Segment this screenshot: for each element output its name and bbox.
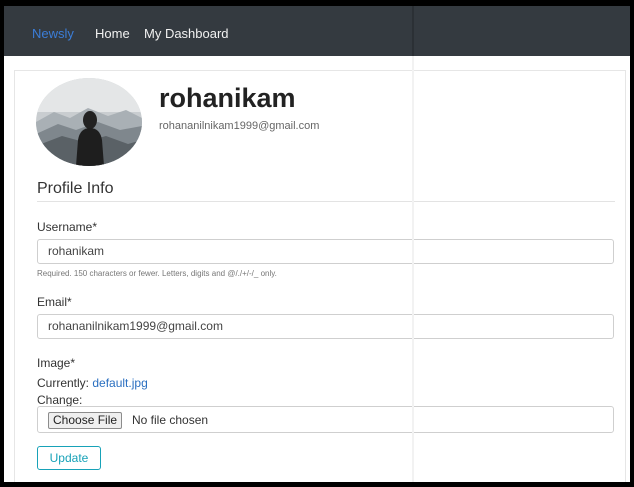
username-label: Username* — [37, 220, 98, 234]
browser-viewport: Newsly Home My Dashboard rohanikam rohan… — [4, 6, 630, 482]
currently-label: Currently: — [37, 376, 90, 390]
email-input[interactable]: rohananilnikam1999@gmail.com — [37, 314, 614, 339]
username-input[interactable]: rohanikam — [37, 239, 614, 264]
nav-link-home[interactable]: Home — [95, 26, 130, 41]
current-image-link[interactable]: default.jpg — [92, 376, 147, 390]
profile-email-text: rohananilnikam1999@gmail.com — [159, 120, 320, 132]
section-title: Profile Info — [37, 180, 114, 197]
screenshot-seam-navbar — [412, 6, 414, 56]
section-divider — [37, 201, 615, 202]
profile-avatar — [36, 78, 142, 166]
change-label: Change: — [37, 393, 83, 407]
username-help-text: Required. 150 characters or fewer. Lette… — [37, 269, 277, 278]
nav-link-my-dashboard[interactable]: My Dashboard — [144, 26, 229, 41]
profile-username-heading: rohanikam — [159, 83, 296, 113]
screenshot-seam — [412, 6, 414, 482]
current-image-row: Currently: default.jpg — [37, 376, 148, 390]
brand-logo[interactable]: Newsly — [32, 26, 74, 41]
update-button[interactable]: Update — [37, 446, 101, 470]
navbar: Newsly Home My Dashboard — [4, 6, 630, 56]
choose-file-button[interactable]: Choose File — [48, 412, 123, 429]
avatar-image — [36, 78, 142, 166]
no-file-chosen-text: No file chosen — [132, 413, 209, 427]
image-label: Image* — [37, 356, 76, 370]
image-file-input[interactable]: Choose File No file chosen — [37, 406, 614, 433]
email-label: Email* — [37, 295, 72, 309]
